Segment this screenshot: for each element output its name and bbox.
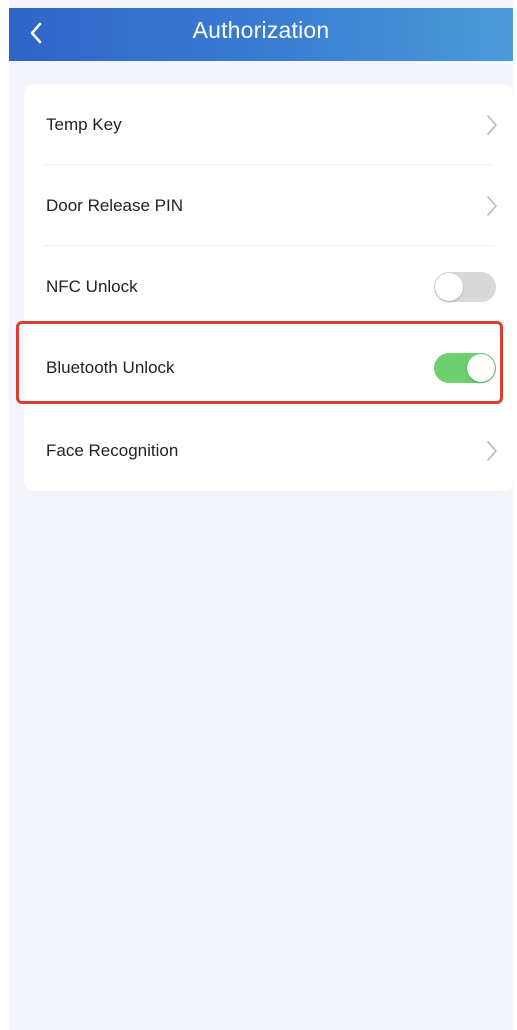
nfc-unlock-row: NFC Unlock [24, 246, 513, 327]
bluetooth-unlock-row: Bluetooth Unlock [24, 327, 513, 408]
page-title: Authorization [192, 17, 330, 43]
temp-key-label: Temp Key [46, 114, 122, 134]
temp-key-row[interactable]: Temp Key [24, 84, 513, 165]
bluetooth-unlock-toggle[interactable] [434, 352, 496, 383]
authorization-page: Authorization Temp Key Door Release PIN … [9, 0, 513, 1030]
toggle-knob [467, 353, 495, 382]
chevron-right-icon [487, 114, 497, 135]
door-release-pin-label: Door Release PIN [46, 195, 184, 215]
nfc-unlock-toggle[interactable] [434, 271, 496, 302]
top-navigation-bar: Authorization [9, 8, 513, 61]
nfc-unlock-label: NFC Unlock [46, 276, 138, 296]
chevron-right-icon [487, 440, 497, 461]
toggle-knob [435, 272, 463, 301]
face-recognition-row[interactable]: Face Recognition [24, 410, 513, 491]
right-screen-margin [513, 0, 517, 1030]
bluetooth-unlock-label: Bluetooth Unlock [46, 357, 175, 377]
authorization-settings-list: Temp Key Door Release PIN NFC Unlock Blu… [24, 84, 513, 491]
phone-screen: Authorization Temp Key Door Release PIN … [0, 0, 517, 1030]
left-screen-margin [0, 0, 9, 1030]
chevron-right-icon [487, 195, 497, 216]
face-recognition-label: Face Recognition [46, 440, 179, 460]
door-release-pin-row[interactable]: Door Release PIN [24, 165, 513, 246]
